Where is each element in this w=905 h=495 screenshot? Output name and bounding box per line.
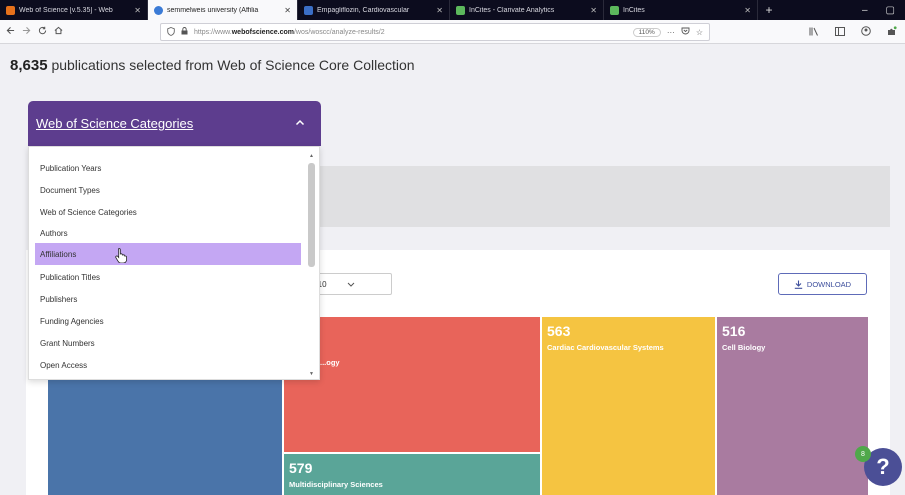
arrow-left-icon — [6, 26, 14, 34]
browser-tab-strip: Web of Science [v.5.35] - Web ✕ semmelwe… — [0, 0, 905, 20]
tile-value: 563 — [547, 323, 571, 339]
tab-close-icon[interactable]: ✕ — [436, 6, 443, 15]
page-actions-icon[interactable]: ··· — [667, 28, 675, 37]
url-domain: webofscience.com — [231, 28, 294, 36]
download-button[interactable]: DOWNLOAD — [778, 273, 867, 295]
tile-label: Cardiac Cardiovascular Systems — [547, 343, 664, 352]
browser-tab-semmelweis[interactable]: semmelweis university (Affilia ✕ — [148, 0, 298, 20]
new-tab-button[interactable]: + — [758, 0, 780, 20]
treemap-tile[interactable]: 563 Cardiac Cardiovascular Systems — [542, 317, 715, 495]
account-icon[interactable] — [861, 26, 871, 38]
extensions-icon[interactable] — [887, 26, 897, 38]
tab-close-icon[interactable]: ✕ — [590, 6, 597, 15]
browser-tab-web-of-science[interactable]: Web of Science [v.5.35] - Web ✕ — [0, 0, 148, 20]
scrollbar-thumb[interactable] — [308, 163, 315, 267]
library-icon[interactable] — [809, 27, 819, 38]
dropdown-option-authors[interactable]: Authors — [35, 222, 301, 244]
browser-tab-incites-clarivate[interactable]: InCites - Clarivate Analytics ✕ — [450, 0, 604, 20]
lock-icon[interactable] — [181, 27, 188, 37]
home-icon — [54, 26, 62, 34]
pocket-icon[interactable] — [681, 27, 690, 37]
home-button[interactable] — [50, 26, 66, 38]
dropdown-scrollbar[interactable]: ▲ ▼ — [308, 153, 315, 377]
browser-nav-bar: https://www.webofscience.com/wos/woscc/a… — [0, 20, 905, 44]
tab-close-icon[interactable]: ✕ — [284, 6, 291, 15]
incites-favicon-icon — [456, 5, 465, 15]
dropdown-option-publishers[interactable]: Publishers — [35, 288, 301, 310]
dropdown-option-grant-numbers[interactable]: Grant Numbers — [35, 332, 301, 354]
scroll-down-arrow-icon[interactable]: ▼ — [308, 371, 315, 377]
dropdown-option-funding-agencies[interactable]: Funding Agencies — [35, 310, 301, 332]
zoom-level-button[interactable]: 110% — [632, 27, 661, 37]
hand-cursor-icon — [115, 248, 127, 263]
chevron-down-icon — [347, 282, 354, 287]
headline-text: publications selected from Web of Scienc… — [51, 57, 415, 73]
download-icon — [794, 280, 803, 289]
selection-info-panel: t: — [285, 166, 890, 227]
tile-value: 579 — [289, 460, 313, 476]
reload-icon — [38, 26, 46, 34]
toolbar-right — [809, 20, 897, 44]
treemap-tile[interactable]: ...ogy — [284, 317, 540, 452]
tile-label: Cell Biology — [722, 343, 766, 352]
download-label: DOWNLOAD — [806, 279, 852, 289]
url-path: /wos/woscc/analyze-results/2 — [293, 28, 385, 36]
bookmark-star-icon[interactable]: ☆ — [696, 28, 703, 37]
clarivate-favicon-icon — [6, 5, 15, 15]
category-selector-title[interactable]: Web of Science Categories — [36, 116, 193, 131]
window-controls: – ▢ — [862, 0, 905, 20]
url-prefix: https://www. — [194, 28, 232, 36]
dropdown-option-wos-categories[interactable]: Web of Science Categories — [35, 201, 301, 223]
dropdown-option-affiliations[interactable]: Affiliations — [35, 243, 301, 265]
maximize-icon[interactable]: ▢ — [886, 5, 895, 16]
treemap-tile[interactable]: 516 Cell Biology — [717, 317, 868, 495]
arrow-right-icon — [22, 26, 30, 34]
tab-close-icon[interactable]: ✕ — [134, 6, 141, 15]
scroll-up-arrow-icon[interactable]: ▲ — [308, 153, 315, 159]
category-dropdown: Publication Years Document Types Web of … — [28, 146, 320, 380]
browser-tab-incites[interactable]: InCites ✕ — [604, 0, 758, 20]
url-bar[interactable]: https://www.webofscience.com/wos/woscc/a… — [160, 23, 710, 41]
help-notification-badge: 8 — [855, 446, 871, 462]
tile-label: Multidisciplinary Sciences — [289, 480, 383, 489]
publication-count: 8,635 — [10, 57, 48, 74]
document-favicon-icon — [304, 5, 313, 15]
tab-close-icon[interactable]: ✕ — [744, 6, 751, 15]
dropdown-option-publication-years[interactable]: Publication Years — [35, 157, 301, 179]
back-button[interactable] — [2, 26, 18, 38]
web-of-science-favicon-icon — [154, 5, 163, 15]
dropdown-option-document-types[interactable]: Document Types — [35, 179, 301, 201]
reload-button[interactable] — [34, 26, 50, 38]
incites-favicon-icon — [610, 5, 619, 15]
url-text: https://www.webofscience.com/wos/woscc/a… — [194, 29, 385, 36]
browser-tab-empagliflozin[interactable]: Empagliflozin, Cardiovascular ✕ — [298, 0, 450, 20]
treemap-tile[interactable]: 579 Multidisciplinary Sciences — [284, 454, 540, 495]
tile-label: ...ogy — [320, 358, 340, 367]
shield-icon[interactable] — [167, 26, 175, 38]
results-headline: 8,635 publications selected from Web of … — [10, 57, 415, 74]
minimize-icon[interactable]: – — [862, 5, 868, 16]
chevron-up-icon[interactable] — [295, 118, 305, 129]
tile-value: 516 — [722, 323, 746, 339]
forward-button[interactable] — [18, 26, 34, 38]
sidebar-icon[interactable] — [835, 26, 845, 38]
dropdown-option-publication-titles[interactable]: Publication Titles — [35, 266, 301, 288]
dropdown-option-open-access[interactable]: Open Access — [35, 354, 301, 376]
category-selector-header[interactable]: Web of Science Categories — [28, 101, 321, 146]
